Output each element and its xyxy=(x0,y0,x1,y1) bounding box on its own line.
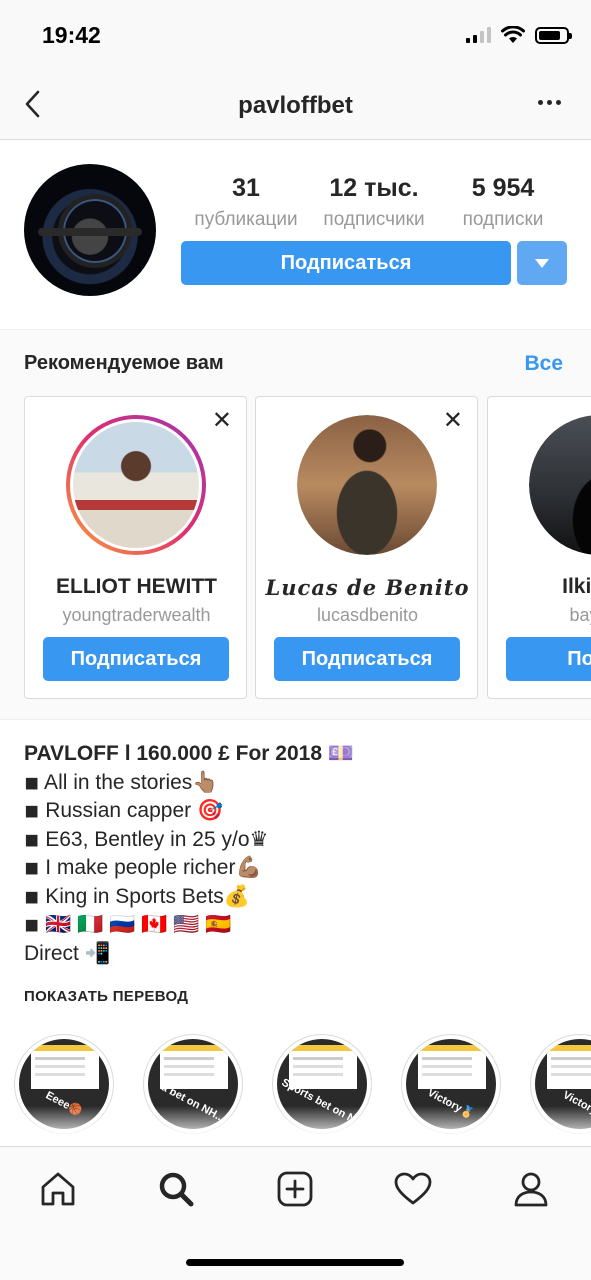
tab-activity[interactable] xyxy=(391,1167,435,1211)
triangle-down-icon xyxy=(535,258,549,268)
tab-home[interactable] xyxy=(36,1167,80,1211)
bio-line: ◾ 🇬🇧 🇮🇹 🇷🇺 🇨🇦 🇺🇸 🇪🇸 xyxy=(24,913,232,936)
see-all-link[interactable]: Все xyxy=(524,352,563,376)
bio-line: ◾ All in the stories👆🏽 xyxy=(24,770,219,794)
profile-icon xyxy=(514,1172,548,1207)
heart-icon xyxy=(394,1172,432,1205)
suggestions-title: Рекомендуемое вам xyxy=(24,352,224,374)
bio-line: ◾ I make people richer💪🏽 xyxy=(24,856,262,879)
wifi-icon xyxy=(501,26,525,43)
suggestion-name: ELLIOT HEWITT xyxy=(56,575,217,598)
suggestion-card[interactable]: ✕ Lucas de Benito lucasdbenito Подписать… xyxy=(255,396,478,699)
tab-search[interactable] xyxy=(154,1167,198,1211)
bio-line: ◾ E63, Bentley in 25 y/o♛ xyxy=(24,827,269,851)
bio-name-line: PAVLOFF l 160.000 £ For 2018 💷 xyxy=(24,742,355,765)
more-options-icon[interactable] xyxy=(538,100,561,105)
profile-header: 31 публикации 12 тыс. подписчики 5 954 п… xyxy=(0,140,591,330)
status-time: 19:42 xyxy=(42,22,101,48)
show-translation-link[interactable]: ПОКАЗАТЬ ПЕРЕВОД xyxy=(24,988,188,1005)
tab-profile[interactable] xyxy=(509,1167,553,1211)
bio-line: ◾ King in Sports Bets💰 xyxy=(24,884,250,908)
search-icon xyxy=(159,1172,194,1207)
suggestion-avatar[interactable] xyxy=(297,415,437,555)
profile-bio: PAVLOFF l 160.000 £ For 2018 💷 ◾ All in … xyxy=(24,740,574,968)
posts-count: 31 xyxy=(232,174,260,202)
suggestion-follow-button[interactable]: Подписаться xyxy=(43,637,229,681)
suggestion-card[interactable]: ✕ ELLIOT HEWITT youngtraderwealth Подпис… xyxy=(24,396,247,699)
home-icon xyxy=(41,1172,75,1206)
close-icon[interactable]: ✕ xyxy=(212,409,232,433)
suggestion-follow-button[interactable]: Подписаться xyxy=(274,637,460,681)
suggestion-card[interactable]: Ilkin Ba bayram Подпи xyxy=(487,396,591,699)
posts-label: публикации xyxy=(194,209,298,230)
profile-avatar[interactable] xyxy=(24,164,156,296)
suggestion-follow-button[interactable]: Подпи xyxy=(506,637,591,681)
stat-posts[interactable]: 31 публикации xyxy=(186,174,306,231)
bottom-tab-bar xyxy=(0,1146,591,1280)
home-indicator[interactable] xyxy=(186,1259,404,1266)
bio-line: ◾ Russian capper 🎯 xyxy=(24,799,224,822)
suggestion-avatar[interactable] xyxy=(529,415,591,555)
status-bar: 19:42 xyxy=(0,0,591,70)
cellular-signal-icon xyxy=(466,27,491,43)
bio-line: Direct 📲 xyxy=(24,941,111,965)
followers-count: 12 тыс. xyxy=(329,174,419,202)
add-post-icon xyxy=(277,1171,313,1207)
status-icons xyxy=(466,26,572,44)
tab-new-post[interactable] xyxy=(273,1167,317,1211)
following-label: подписки xyxy=(462,209,544,230)
profile-username-title: pavloffbet xyxy=(238,92,353,119)
suggestion-name: Lucas de Benito xyxy=(265,575,470,600)
suggestion-avatar[interactable] xyxy=(66,415,206,555)
suggestion-username: lucasdbenito xyxy=(316,605,419,625)
suggested-accounts: Рекомендуемое вам Все ✕ ELLIOT HEWITT yo… xyxy=(0,330,591,720)
battery-icon xyxy=(535,26,572,44)
stat-following[interactable]: 5 954 подписки xyxy=(446,174,560,231)
suggestions-toggle-button[interactable] xyxy=(517,241,567,285)
close-icon[interactable]: ✕ xyxy=(443,409,463,433)
suggestion-name: Ilkin Ba xyxy=(562,575,591,598)
suggestion-username: bayram xyxy=(569,605,591,625)
suggestion-username: youngtraderwealth xyxy=(62,605,211,625)
following-count: 5 954 xyxy=(471,174,535,202)
followers-label: подписчики xyxy=(323,209,425,230)
stat-followers[interactable]: 12 тыс. подписчики xyxy=(312,174,436,231)
follow-button[interactable]: Подписаться xyxy=(181,241,511,285)
nav-bar: pavloffbet xyxy=(0,70,591,140)
